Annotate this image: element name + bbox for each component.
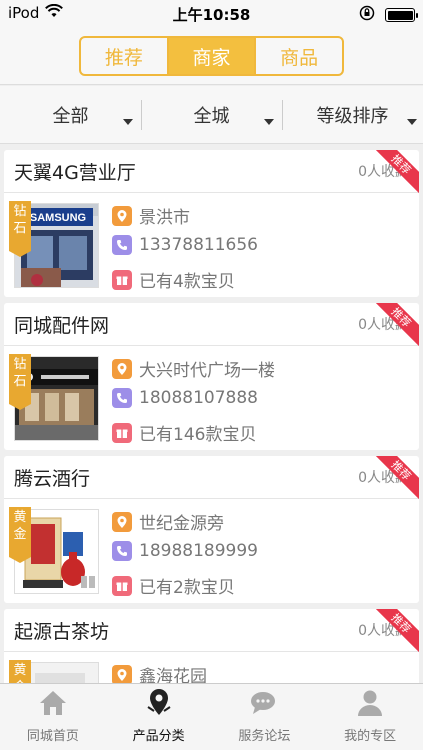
shop-items-row: 已有146款宝贝 [112,420,256,445]
shop-address: 景洪市 [139,208,190,228]
caret-down-icon [407,119,417,125]
recommend-ribbon: 推荐 [375,303,419,347]
shop-item-count: 已有4款宝贝 [139,272,235,292]
gift-icon [112,575,132,596]
recommend-ribbon-label: 推荐 [375,303,419,347]
shop-card-body: SAMSUNG 钻石 景洪市 13378811656 已有4款宝贝 [4,193,419,297]
battery-icon [385,8,418,22]
shop-card-body: 钻石 大兴时代广场一楼 18088107888 已有146款宝贝 [4,346,419,450]
shop-name: 腾云酒行 [14,467,91,490]
recommend-ribbon: 推荐 [375,609,419,653]
recommend-ribbon-label: 推荐 [375,150,419,194]
shop-card-body: 黄金 鑫海花园 [4,652,419,683]
level-badge-label: 黄金 [13,510,27,542]
home-icon [38,689,68,721]
shop-name: 起源古茶坊 [14,620,110,643]
shop-address-row: 景洪市 [112,203,190,228]
shop-item-count: 已有2款宝贝 [139,578,235,598]
shop-phone-row[interactable]: 18088107888 [112,388,258,408]
shop-card-header: 天翼4G营业厅 0人收藏 [4,150,419,193]
location-icon [112,664,132,683]
shop-card[interactable]: 起源古茶坊 0人收藏 黄金 鑫海花园 推荐 [4,609,419,683]
shop-phone-row[interactable]: 18988189999 [112,541,258,561]
shop-card[interactable]: 同城配件网 0人收藏 钻石 大兴时代广场一楼 18088107888 已有146… [4,303,419,450]
shop-list: 天翼4G营业厅 0人收藏 SAMSUNG 钻石 景洪市 13378811656 … [4,150,419,683]
level-badge: 钻石 [9,354,31,410]
recommend-ribbon: 推荐 [375,150,419,194]
filter-bar: 全部 全城 等级排序 [0,86,423,144]
segment-recommend[interactable]: 推荐 [81,38,169,74]
tab-categories-label: 产品分类 [132,729,185,744]
shop-phone: 13378811656 [139,235,258,255]
user-icon [355,689,385,721]
shop-card-header: 同城配件网 0人收藏 [4,303,419,346]
shop-phone: 18988189999 [139,541,258,561]
phone-icon [112,388,132,408]
shop-address-row: 大兴时代广场一楼 [112,356,275,381]
header: 推荐 商家 商品 [0,28,423,85]
phone-icon [112,541,132,561]
filter-sort-label: 等级排序 [316,105,389,127]
tab-profile[interactable]: 我的专区 [317,684,423,750]
segment-merchants[interactable]: 商家 [168,38,257,74]
phone-icon [112,235,132,255]
shop-address-row: 鑫海花园 [112,662,207,683]
shop-items-row: 已有2款宝贝 [112,573,235,598]
shop-card[interactable]: 腾云酒行 0人收藏 黄金 世纪金源旁 18988189999 已有2款宝贝 推荐 [4,456,419,603]
tab-forum-label: 服务论坛 [238,729,291,744]
status-right [359,5,418,25]
orientation-lock-icon [359,5,375,25]
tab-profile-label: 我的专区 [344,729,397,744]
level-badge-label: 黄金 [13,663,27,683]
shop-phone: 18088107888 [139,388,258,408]
filter-category-label: 全部 [52,105,89,127]
tab-categories[interactable]: 产品分类 [106,684,212,750]
tab-home-label: 同城首页 [26,729,79,744]
shop-name: 天翼4G营业厅 [14,161,136,184]
recommend-ribbon-label: 推荐 [375,456,419,500]
chat-icon [249,689,279,721]
segmented-control: 推荐 商家 商品 [79,36,344,76]
shop-address-row: 世纪金源旁 [112,509,224,534]
map-pin-icon [144,687,174,721]
filter-area-label: 全城 [193,105,230,127]
shop-card-header: 腾云酒行 0人收藏 [4,456,419,499]
shop-card-header: 起源古茶坊 0人收藏 [4,609,419,652]
tab-home[interactable]: 同城首页 [0,684,106,750]
level-badge: 黄金 [9,660,31,683]
shop-phone-row[interactable]: 13378811656 [112,235,258,255]
level-badge-label: 钻石 [13,357,27,389]
recommend-ribbon: 推荐 [375,456,419,500]
level-badge-label: 钻石 [13,204,27,236]
tab-bar: 同城首页 产品分类 服务论坛 我的专区 [0,683,423,750]
level-badge: 黄金 [9,507,31,563]
shop-address: 鑫海花园 [139,667,207,683]
shop-address: 大兴时代广场一楼 [139,361,275,381]
level-badge: 钻石 [9,201,31,257]
location-icon [112,205,132,226]
shop-items-row: 已有4款宝贝 [112,267,235,292]
caret-down-icon [123,119,133,125]
filter-area[interactable]: 全城 [141,86,282,143]
location-icon [112,358,132,379]
shop-item-count: 已有146款宝贝 [139,425,257,445]
shop-card-body: 黄金 世纪金源旁 18988189999 已有2款宝贝 [4,499,419,603]
shop-card[interactable]: 天翼4G营业厅 0人收藏 SAMSUNG 钻石 景洪市 13378811656 … [4,150,419,297]
filter-category[interactable]: 全部 [0,86,141,143]
svg-text:SAMSUNG: SAMSUNG [30,212,86,224]
gift-icon [112,269,132,290]
caret-down-icon [264,119,274,125]
shop-name: 同城配件网 [14,314,110,337]
filter-sort[interactable]: 等级排序 [282,86,423,143]
status-bar: iPod 上午10:58 [0,0,423,28]
recommend-ribbon-label: 推荐 [375,609,419,653]
gift-icon [112,422,132,443]
location-icon [112,511,132,532]
segment-products[interactable]: 商品 [256,38,342,74]
tab-forum[interactable]: 服务论坛 [212,684,318,750]
shop-address: 世纪金源旁 [139,514,224,534]
